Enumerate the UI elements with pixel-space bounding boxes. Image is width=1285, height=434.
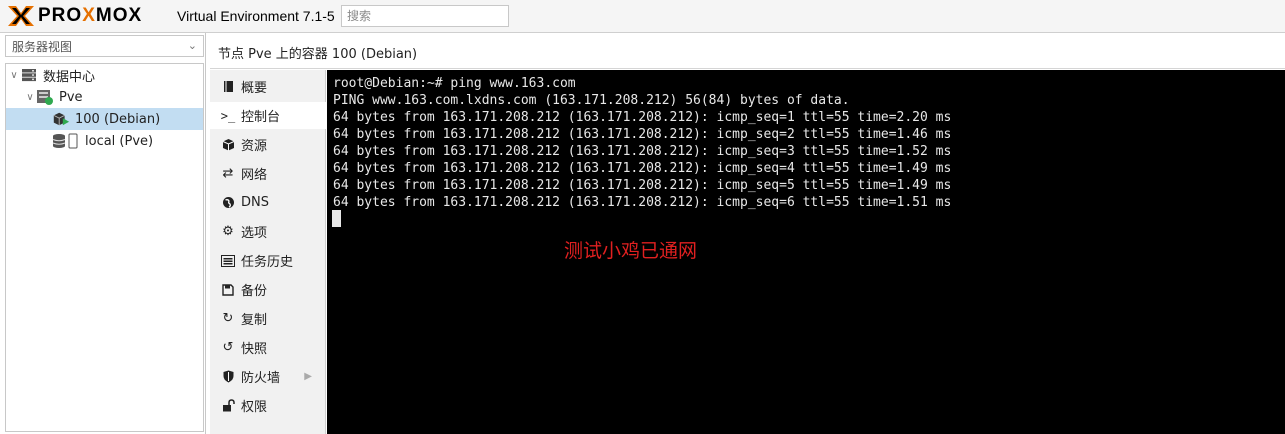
tree-item-datacenter[interactable]: ∨ 数据中心 [6, 64, 203, 86]
resource-tree-panel: 服务器视图 ⌄ ∨ 数据中心 ∨ Pve 100 (Debian) local … [0, 33, 206, 434]
summary-icon [219, 80, 237, 93]
terminal-line: root@Debian:~# ping www.163.com [333, 76, 576, 91]
proxmox-x-icon [8, 6, 34, 26]
collapse-icon[interactable]: ∨ [8, 70, 20, 81]
menu-item-options[interactable]: ⚙ 选项 [210, 218, 326, 245]
menu-item-task-history[interactable]: 任务历史 [210, 247, 326, 274]
menu-item-label: 任务历史 [241, 255, 294, 270]
menu-item-label: 概要 [241, 81, 268, 96]
terminal-line: 64 bytes from 163.171.208.212 (163.171.2… [333, 127, 952, 142]
chevron-down-icon[interactable]: ⌄ [188, 39, 197, 52]
menu-item-console[interactable]: >_ 控制台 [210, 102, 326, 129]
annotation-text: 测试小鸡已通网 [564, 240, 698, 262]
terminal-output: root@Debian:~# ping www.163.com PING www.… [333, 75, 951, 211]
menu-item-replication[interactable]: ↻ 复制 [210, 305, 326, 332]
dns-icon [219, 196, 237, 209]
resources-icon [219, 138, 237, 151]
menu-item-summary[interactable]: 概要 [210, 73, 326, 100]
datacenter-icon [20, 67, 38, 83]
menu-item-label: 快照 [241, 342, 268, 357]
view-selector[interactable]: 服务器视图 ⌄ [5, 35, 204, 57]
menu-item-firewall[interactable]: 防火墙 ▶ [210, 363, 326, 390]
top-bar: PROXMOX Virtual Environment 7.1-5 [0, 0, 1285, 33]
content-header: 节点 Pve 上的容器 100 (Debian) [210, 33, 1285, 69]
logo-wordmark: PROXMOX [38, 5, 143, 26]
search-input[interactable] [341, 5, 509, 27]
terminal-line: 64 bytes from 163.171.208.212 (163.171.2… [333, 161, 952, 176]
page-title: 节点 Pve 上的容器 100 (Debian) [218, 47, 418, 62]
menu-item-network[interactable]: ⇄ 网络 [210, 160, 326, 187]
resource-tree: ∨ 数据中心 ∨ Pve 100 (Debian) local (Pve) [5, 63, 204, 432]
menu-item-label: 权限 [241, 400, 268, 415]
tree-item-label: 100 (Debian) [75, 111, 161, 127]
unlock-icon [219, 399, 237, 412]
container-menu: 概要 >_ 控制台 资源 ⇄ 网络 DNS ⚙ 选项 任务历史 备份 ↻ 复制 … [210, 70, 326, 434]
terminal-cursor [332, 210, 341, 227]
menu-item-label: 资源 [241, 139, 268, 154]
terminal-line: PING www.163.com.lxdns.com (163.171.208.… [333, 93, 850, 108]
save-icon [219, 283, 237, 296]
collapse-icon[interactable]: ∨ [24, 92, 36, 103]
history-icon: ↺ [222, 340, 234, 355]
terminal-line: 64 bytes from 163.171.208.212 (163.171.2… [333, 195, 952, 210]
tree-item-storage[interactable]: local (Pve) [6, 130, 203, 152]
terminal-line: 64 bytes from 163.171.208.212 (163.171.2… [333, 110, 952, 125]
menu-item-label: 复制 [241, 313, 268, 328]
network-icon: ⇄ [222, 166, 234, 181]
console-icon: >_ [220, 108, 236, 123]
menu-item-label: 控制台 [241, 110, 281, 125]
menu-item-label: 选项 [241, 226, 268, 241]
menu-item-permissions[interactable]: 权限 [210, 392, 326, 419]
terminal-line: 64 bytes from 163.171.208.212 (163.171.2… [333, 144, 952, 159]
task-history-icon [219, 254, 237, 267]
container-icon [52, 111, 70, 127]
tree-item-label: 数据中心 [43, 69, 96, 85]
storage-icon [52, 133, 80, 149]
menu-item-resources[interactable]: 资源 [210, 131, 326, 158]
tree-item-container[interactable]: 100 (Debian) [6, 108, 203, 130]
tree-item-label: Pve [59, 89, 83, 105]
menu-item-label: 防火墙 [241, 371, 281, 386]
menu-item-label: 网络 [241, 168, 268, 183]
menu-item-label: DNS [241, 195, 269, 210]
menu-item-label: 备份 [241, 284, 268, 299]
tree-item-node[interactable]: ∨ Pve [6, 86, 203, 108]
menu-item-snapshot[interactable]: ↺ 快照 [210, 334, 326, 361]
menu-item-backup[interactable]: 备份 [210, 276, 326, 303]
shield-icon [219, 370, 237, 383]
gear-icon: ⚙ [222, 224, 234, 239]
terminal-line: 64 bytes from 163.171.208.212 (163.171.2… [333, 178, 952, 193]
node-icon [36, 89, 54, 105]
menu-item-dns[interactable]: DNS [210, 189, 326, 216]
console-terminal[interactable]: root@Debian:~# ping www.163.com PING www.… [327, 70, 1285, 434]
view-selector-value: 服务器视图 [12, 39, 73, 54]
chevron-right-icon[interactable]: ▶ [304, 371, 312, 382]
replication-icon: ↻ [222, 311, 234, 326]
version-label: Virtual Environment 7.1-5 [177, 8, 335, 24]
proxmox-logo[interactable]: PROXMOX [6, 4, 142, 28]
tree-item-label: local (Pve) [85, 133, 154, 149]
